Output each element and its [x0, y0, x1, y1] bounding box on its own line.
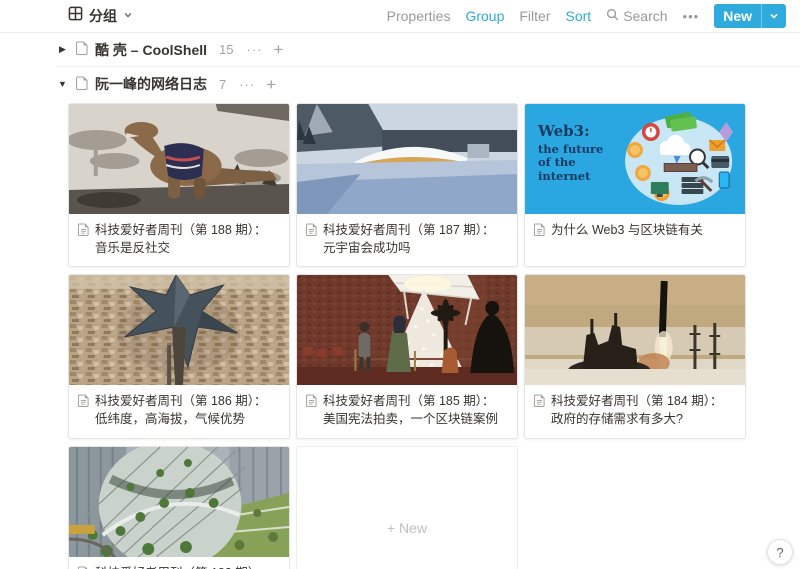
- group-header-ruanyifeng[interactable]: ▼ 阮一峰的网络日志 7 ··· +: [56, 67, 800, 101]
- view-title: 分组: [89, 6, 117, 26]
- new-button-dropdown[interactable]: [761, 4, 786, 28]
- new-card-button[interactable]: + New: [296, 446, 518, 569]
- search-icon: [606, 8, 619, 24]
- gallery-card[interactable]: 科技爱好者周刊（第 186 期）：低纬度，高海拔，气候优势: [68, 274, 290, 438]
- gallery-grid: 科技爱好者周刊（第 188 期）：音乐是反社交: [68, 103, 746, 569]
- card-title-row: 科技爱好者周刊（第 186 期）：低纬度，高海拔，气候优势: [69, 385, 289, 437]
- search-label: Search: [623, 8, 667, 24]
- new-button-label[interactable]: New: [714, 4, 761, 28]
- toggle-expanded-icon[interactable]: ▼: [56, 79, 69, 89]
- card-title-row: 为什么 Web3 与区块链有关: [525, 214, 745, 250]
- card-title-row: 科技爱好者周刊（第 184 期）：政府的存储需求有多大?: [525, 385, 745, 437]
- group-button[interactable]: Group: [465, 8, 504, 24]
- gallery-card[interactable]: 科技爱好者周刊（第 188 期）：音乐是反社交: [68, 103, 290, 267]
- view-toolbar: 分组 Properties Group Filter Sort Search •…: [0, 0, 800, 33]
- group-add-button[interactable]: +: [273, 41, 283, 58]
- card-title: 科技爱好者周刊（第 183 期）：腾讯的员工退休福利: [95, 564, 279, 569]
- card-title: 科技爱好者周刊（第 185 期）：美国宪法拍卖，一个区块链案例: [323, 392, 507, 428]
- empty-grid-cell: [524, 446, 746, 569]
- filter-button[interactable]: Filter: [519, 8, 550, 24]
- gallery-card[interactable]: 科技爱好者周刊（第 187 期）：元宇宙会成功吗: [296, 103, 518, 267]
- gallery-card[interactable]: 科技爱好者周刊（第 185 期）：美国宪法拍卖，一个区块链案例: [296, 274, 518, 438]
- page-icon: [534, 223, 545, 241]
- card-title: 科技爱好者周刊（第 184 期）：政府的存储需求有多大?: [551, 392, 735, 428]
- card-image-tent-display: [297, 275, 517, 385]
- group-name: 酷 壳 – CoolShell: [95, 40, 207, 60]
- question-mark-icon: ?: [776, 545, 783, 560]
- card-image-web3-illustration: Web3: the future of the internet: [525, 104, 745, 214]
- group-more-button[interactable]: ···: [239, 77, 255, 92]
- web3-caption-line: of the: [538, 156, 603, 170]
- card-title: 科技爱好者周刊（第 187 期）：元宇宙会成功吗: [323, 221, 507, 257]
- page-icon: [78, 394, 89, 428]
- page-icon: [306, 223, 317, 257]
- group-name: 阮一峰的网络日志: [95, 74, 207, 94]
- page-icon: [78, 566, 89, 569]
- web3-caption: Web3: the future of the internet: [538, 123, 603, 183]
- web3-caption-line: Web3:: [538, 123, 603, 141]
- gallery-view-icon: [68, 6, 83, 26]
- group-add-button[interactable]: +: [266, 76, 276, 93]
- card-title-row: 科技爱好者周刊（第 187 期）：元宇宙会成功吗: [297, 214, 517, 266]
- gallery-card[interactable]: 科技爱好者周刊（第 184 期）：政府的存储需求有多大?: [524, 274, 746, 438]
- card-title-row: 科技爱好者周刊（第 185 期）：美国宪法拍卖，一个区块链案例: [297, 385, 517, 437]
- card-title: 科技爱好者周刊（第 188 期）：音乐是反社交: [95, 221, 279, 257]
- gallery-card[interactable]: 科技爱好者周刊（第 183 期）：腾讯的员工退休福利: [68, 446, 290, 569]
- group-header-coolshell[interactable]: ▶ 酷 壳 – CoolShell 15 ··· +: [56, 33, 800, 67]
- database-toolbar: Properties Group Filter Sort Search ••• …: [387, 4, 786, 28]
- card-title: 科技爱好者周刊（第 186 期）：低纬度，高海拔，气候优势: [95, 392, 279, 428]
- card-title-row: 科技爱好者周刊（第 183 期）：腾讯的员工退休福利: [69, 557, 289, 569]
- group-count: 7: [219, 77, 226, 92]
- more-options-button[interactable]: •••: [683, 9, 700, 24]
- new-card-label: + New: [387, 520, 427, 536]
- new-button[interactable]: New: [714, 4, 786, 28]
- page-icon: [534, 394, 545, 428]
- card-title: 为什么 Web3 与区块链有关: [551, 221, 703, 241]
- card-image-snow-building: [297, 104, 517, 214]
- web3-caption-line: internet: [538, 170, 603, 184]
- card-image-dinosaur-museum: [69, 104, 289, 214]
- view-switcher[interactable]: 分组: [68, 6, 133, 26]
- properties-button[interactable]: Properties: [387, 8, 451, 24]
- page-icon: [78, 223, 89, 257]
- page-icon: [76, 76, 88, 93]
- card-image-star-city: [69, 275, 289, 385]
- web3-caption-line: the future: [538, 143, 603, 157]
- page-icon: [76, 41, 88, 58]
- search-button[interactable]: Search: [606, 8, 667, 24]
- card-image-rocket-launch: [525, 275, 745, 385]
- card-title-row: 科技爱好者周刊（第 188 期）：音乐是反社交: [69, 214, 289, 266]
- help-button[interactable]: ?: [767, 539, 793, 565]
- gallery-card[interactable]: Web3: the future of the internet 为什么 Web…: [524, 103, 746, 267]
- chevron-down-icon: [123, 7, 133, 25]
- page-icon: [306, 394, 317, 428]
- card-image-helix-building: [69, 447, 289, 557]
- group-count: 15: [219, 42, 233, 57]
- toggle-collapsed-icon[interactable]: ▶: [56, 44, 69, 55]
- sort-button[interactable]: Sort: [566, 8, 592, 24]
- group-more-button[interactable]: ···: [246, 42, 262, 57]
